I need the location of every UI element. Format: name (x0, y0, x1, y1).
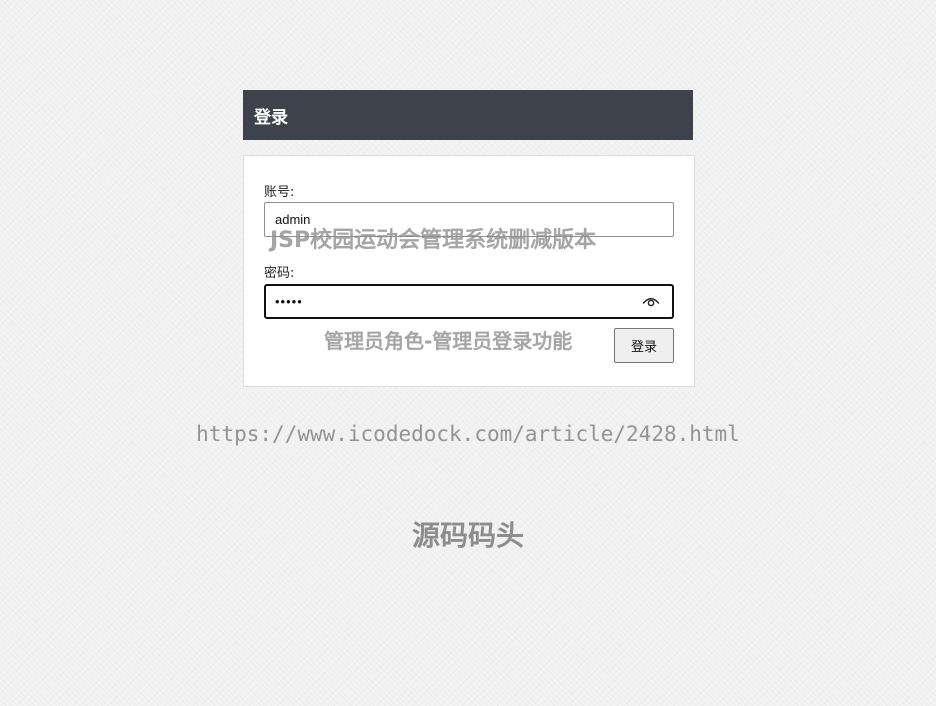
eye-icon[interactable] (642, 293, 660, 309)
login-button[interactable]: 登录 (614, 328, 674, 363)
panel-title: 登录 (254, 107, 288, 128)
watermark-url: https://www.icodedock.com/article/2428.h… (196, 422, 740, 446)
password-input[interactable] (264, 284, 674, 319)
password-label: 密码: (264, 266, 295, 281)
login-panel-header: 登录 (243, 90, 693, 140)
account-input[interactable] (264, 202, 674, 237)
watermark-brand: 源码码头 (411, 519, 524, 552)
login-form: 账号: 密码: 登录 (243, 155, 695, 387)
account-label: 账号: (264, 185, 295, 200)
